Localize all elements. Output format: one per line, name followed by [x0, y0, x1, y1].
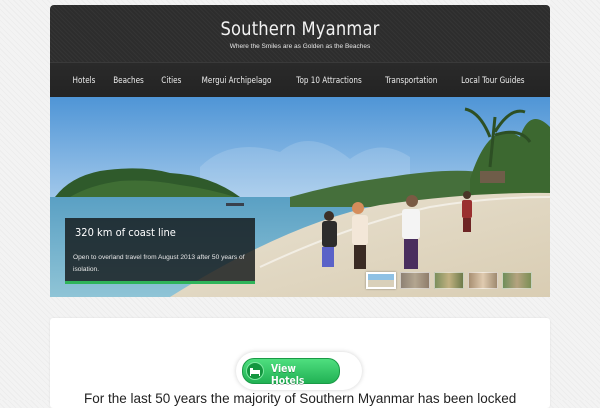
site-title[interactable]: Southern Myanmar	[85, 18, 515, 40]
nav-item-local-tour-guides[interactable]: Local Tour Guides	[455, 76, 530, 86]
main-content: View Hotels For the last 50 years the ma…	[50, 318, 550, 408]
slider-thumbnail-forest[interactable]	[502, 272, 532, 289]
main-nav: Hotels Beaches Cities Mergui Archipelago…	[50, 62, 550, 98]
bed-icon	[246, 362, 264, 380]
site-tagline: Where the Smiles are as Golden as the Be…	[229, 43, 371, 50]
nav-item-cities[interactable]: Cities	[155, 76, 186, 86]
slider-thumbnails	[366, 272, 532, 289]
view-hotels-wrapper: View Hotels	[236, 352, 362, 390]
slider-thumbnail-stone[interactable]	[400, 272, 430, 289]
intro-paragraph: For the last 50 years the majority of So…	[84, 391, 517, 406]
slide-caption-text: Open to overland travel from August 2013…	[73, 254, 245, 273]
slider-thumbnail-beach[interactable]	[366, 272, 396, 289]
slider-thumbnail-kids[interactable]	[468, 272, 498, 289]
view-hotels-label: View Hotels	[271, 363, 305, 387]
nav-item-transportation[interactable]: Transportation	[380, 76, 443, 86]
site-header: Southern Myanmar Where the Smiles are as…	[50, 5, 550, 98]
slide-caption: 320 km of coast line Open to overland tr…	[65, 218, 255, 284]
nav-item-hotels[interactable]: Hotels	[67, 76, 101, 86]
nav-item-beaches[interactable]: Beaches	[107, 76, 149, 86]
slide-caption-title: 320 km of coast line	[75, 226, 176, 239]
view-hotels-button[interactable]: View Hotels	[242, 358, 340, 387]
hero-slider[interactable]: 320 km of coast line Open to overland tr…	[50, 97, 550, 297]
nav-item-mergui-archipelago[interactable]: Mergui Archipelago	[196, 76, 277, 86]
slider-thumbnail-market[interactable]	[434, 272, 464, 289]
nav-item-top-10-attractions[interactable]: Top 10 Attractions	[291, 76, 367, 86]
